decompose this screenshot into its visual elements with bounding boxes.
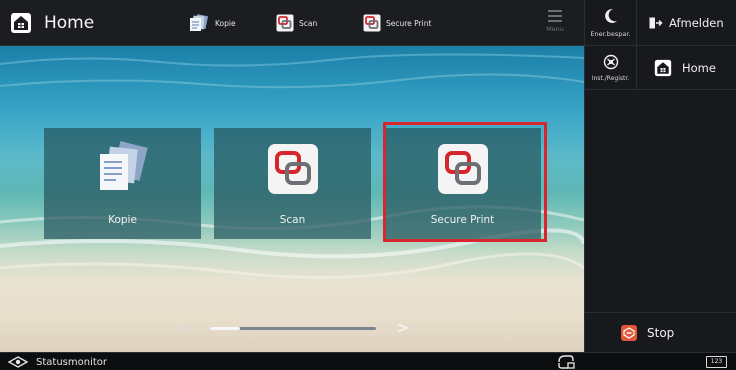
stop-icon <box>621 324 637 341</box>
tile-scan[interactable]: Scan <box>214 128 371 239</box>
copy-icon <box>99 141 148 190</box>
moon-icon <box>604 8 617 23</box>
home-button[interactable]: Home <box>637 46 736 90</box>
usb-icon[interactable] <box>556 354 576 370</box>
home-icon <box>654 59 672 76</box>
keypad-icon[interactable]: 123 <box>706 356 727 368</box>
settings-icon <box>603 54 618 70</box>
tile-kopie-label: Kopie <box>108 214 137 226</box>
stop-label: Stop <box>647 325 675 340</box>
secure-print-icon <box>363 14 381 32</box>
shortcut-kopie[interactable]: Kopie <box>188 12 236 34</box>
energy-saver-label: Ener.bespar. <box>590 30 631 38</box>
hamburger-icon <box>548 10 562 22</box>
shortcut-scan-label: Scan <box>299 18 318 28</box>
tile-secure-print-label: Secure Print <box>430 214 495 226</box>
logout-button[interactable]: Afmelden <box>637 0 736 46</box>
menu-button[interactable]: Menu <box>540 8 570 40</box>
energy-saver-button[interactable]: Ener.bespar. <box>585 0 637 46</box>
bottom-bar: Statusmonitor 123 <box>0 352 736 370</box>
shortcut-kopie-label: Kopie <box>215 18 236 28</box>
status-monitor-icon <box>8 356 28 368</box>
secure-print-icon <box>437 144 488 194</box>
top-bar: Home Kopie Scan Secure Print Menu <box>0 0 584 46</box>
tile-kopie[interactable]: Kopie <box>44 128 201 239</box>
home-screen-area: Kopie Scan Secure Print < > <box>0 46 584 352</box>
home-button-label: Home <box>682 60 716 75</box>
page-next-arrow[interactable]: > <box>396 318 409 337</box>
side-panel: Ener.bespar. Afmelden Inst./Registr. Hom… <box>584 0 736 352</box>
tile-secure-print[interactable]: Secure Print <box>384 128 541 239</box>
scan-icon <box>267 144 318 194</box>
settings-register-label: Inst./Registr. <box>591 75 630 82</box>
scan-icon <box>276 14 294 32</box>
tile-scan-label: Scan <box>279 214 306 226</box>
shortcut-secure-print-label: Secure Print <box>386 18 432 28</box>
stop-button[interactable]: Stop <box>585 312 736 352</box>
shortcut-secure-print[interactable]: Secure Print <box>363 12 431 34</box>
logout-label: Afmelden <box>669 15 724 30</box>
page-scroll-track[interactable] <box>210 327 376 330</box>
page-prev-arrow[interactable]: < <box>175 318 188 337</box>
status-monitor-label: Statusmonitor <box>36 356 107 368</box>
home-title-wrap: Home <box>10 9 94 37</box>
menu-label: Menu <box>546 25 564 33</box>
shortcut-scan[interactable]: Scan <box>276 12 317 34</box>
status-monitor-button[interactable]: Statusmonitor <box>8 353 107 370</box>
home-icon <box>11 13 31 33</box>
page-scroll-thumb[interactable] <box>210 327 240 330</box>
settings-register-button[interactable]: Inst./Registr. <box>585 46 637 90</box>
page-title: Home <box>44 13 95 33</box>
copy-icon <box>190 14 209 31</box>
logout-icon <box>649 17 663 28</box>
